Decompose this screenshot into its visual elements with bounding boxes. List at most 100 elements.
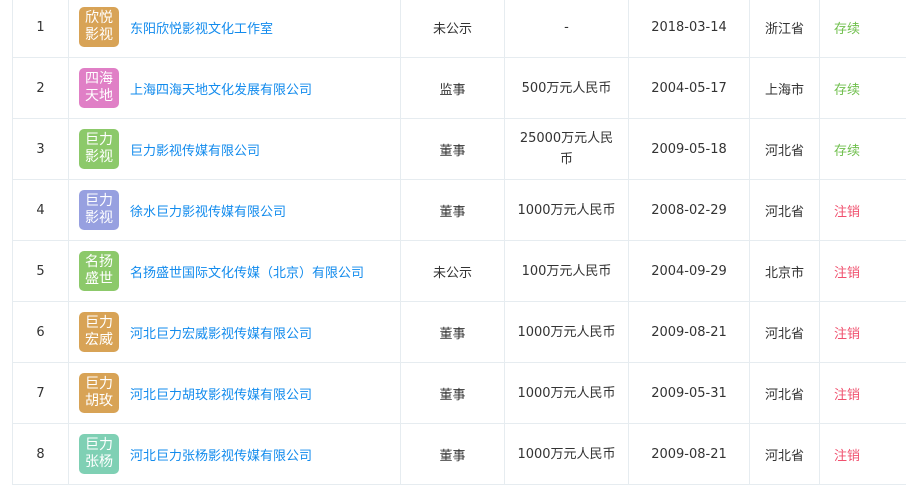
company-logo[interactable]: 巨力胡玫 [79, 373, 119, 413]
date-cell: 2004-05-17 [628, 57, 750, 119]
province-cell: 河北省 [749, 423, 820, 485]
status-text: 存续 [834, 82, 861, 98]
date-cell: 2009-05-18 [628, 118, 750, 180]
company-logo-text: 巨力宏威 [85, 315, 113, 348]
company-name-link[interactable]: 徐水巨力影视传媒有限公司 [130, 201, 286, 220]
company-cell: 巨力影视 徐水巨力影视传媒有限公司 [68, 179, 401, 241]
date-cell: 2008-02-29 [628, 179, 750, 241]
company-logo[interactable]: 巨力宏威 [79, 312, 119, 352]
company-name-link[interactable]: 河北巨力胡玫影视传媒有限公司 [130, 384, 312, 403]
capital-cell: 500万元人民币 [504, 57, 629, 119]
company-logo-text: 巨力影视 [85, 193, 113, 226]
company-logo[interactable]: 四海天地 [79, 68, 119, 108]
date-cell: 2004-09-29 [628, 240, 750, 302]
company-cell: 巨力影视 巨力影视传媒有限公司 [68, 118, 401, 180]
role-cell: 未公示 [400, 240, 505, 302]
company-logo-text: 巨力胡玫 [85, 376, 113, 409]
row-index: 7 [12, 362, 69, 424]
role-cell: 董事 [400, 118, 505, 180]
table-body: 1 欣悦影视 东阳欣悦影视文化工作室 未公示 - 2018-03-14 浙江省 … [12, 0, 906, 485]
province-cell: 河北省 [749, 118, 820, 180]
status-text: 注销 [834, 265, 861, 281]
role-cell: 董事 [400, 301, 505, 363]
row-index: 3 [12, 118, 69, 180]
table-row: 7 巨力胡玫 河北巨力胡玫影视传媒有限公司 董事 1000万元人民币 2009-… [12, 362, 906, 424]
company-logo[interactable]: 名扬盛世 [79, 251, 119, 291]
company-cell: 巨力胡玫 河北巨力胡玫影视传媒有限公司 [68, 362, 401, 424]
date-cell: 2009-05-31 [628, 362, 750, 424]
date-cell: 2018-03-14 [628, 0, 750, 58]
company-cell: 巨力张杨 河北巨力张杨影视传媒有限公司 [68, 423, 401, 485]
province-cell: 浙江省 [749, 0, 820, 58]
capital-cell: 25000万元人民币 [504, 118, 629, 180]
investment-table: 1 欣悦影视 东阳欣悦影视文化工作室 未公示 - 2018-03-14 浙江省 … [12, 0, 906, 485]
capital-text: 1000万元人民币 [517, 202, 616, 218]
company-cell: 名扬盛世 名扬盛世国际文化传媒（北京）有限公司 [68, 240, 401, 302]
company-name-link[interactable]: 东阳欣悦影视文化工作室 [130, 18, 273, 37]
capital-text: 1000万元人民币 [517, 446, 616, 462]
company-cell: 巨力宏威 河北巨力宏威影视传媒有限公司 [68, 301, 401, 363]
capital-text: 25000万元人民币 [519, 131, 614, 167]
status-cell: 注销 [819, 362, 906, 424]
capital-cell: 1000万元人民币 [504, 362, 629, 424]
role-cell: 董事 [400, 423, 505, 485]
company-cell: 四海天地 上海四海天地文化发展有限公司 [68, 57, 401, 119]
status-text: 注销 [834, 387, 861, 403]
company-name-link[interactable]: 河北巨力张杨影视传媒有限公司 [130, 445, 312, 464]
company-logo[interactable]: 欣悦影视 [79, 7, 119, 47]
status-cell: 注销 [819, 240, 906, 302]
role-cell: 监事 [400, 57, 505, 119]
status-cell: 注销 [819, 301, 906, 363]
table-row: 2 四海天地 上海四海天地文化发展有限公司 监事 500万元人民币 2004-0… [12, 57, 906, 119]
role-cell: 董事 [400, 362, 505, 424]
company-logo[interactable]: 巨力张杨 [79, 434, 119, 474]
status-cell: 存续 [819, 0, 906, 58]
table-row: 1 欣悦影视 东阳欣悦影视文化工作室 未公示 - 2018-03-14 浙江省 … [12, 0, 906, 58]
province-cell: 河北省 [749, 301, 820, 363]
capital-text: 100万元人民币 [521, 263, 612, 279]
company-logo[interactable]: 巨力影视 [79, 129, 119, 169]
status-text: 注销 [834, 326, 861, 342]
row-index: 6 [12, 301, 69, 363]
province-cell: 河北省 [749, 362, 820, 424]
capital-text: - [564, 19, 569, 35]
status-text: 存续 [834, 143, 861, 159]
company-name-link[interactable]: 名扬盛世国际文化传媒（北京）有限公司 [130, 262, 364, 281]
capital-cell: 1000万元人民币 [504, 179, 629, 241]
company-cell: 欣悦影视 东阳欣悦影视文化工作室 [68, 0, 401, 58]
table-row: 6 巨力宏威 河北巨力宏威影视传媒有限公司 董事 1000万元人民币 2009-… [12, 301, 906, 363]
capital-text: 500万元人民币 [521, 80, 612, 96]
table-row: 4 巨力影视 徐水巨力影视传媒有限公司 董事 1000万元人民币 2008-02… [12, 179, 906, 241]
row-index: 2 [12, 57, 69, 119]
province-cell: 上海市 [749, 57, 820, 119]
table-row: 5 名扬盛世 名扬盛世国际文化传媒（北京）有限公司 未公示 100万元人民币 2… [12, 240, 906, 302]
status-cell: 注销 [819, 423, 906, 485]
role-cell: 董事 [400, 179, 505, 241]
company-name-link[interactable]: 巨力影视传媒有限公司 [130, 140, 260, 159]
capital-text: 1000万元人民币 [517, 385, 616, 401]
company-logo-text: 欣悦影视 [85, 10, 113, 43]
row-index: 1 [12, 0, 69, 58]
company-logo[interactable]: 巨力影视 [79, 190, 119, 230]
province-cell: 河北省 [749, 179, 820, 241]
status-cell: 存续 [819, 118, 906, 180]
row-index: 5 [12, 240, 69, 302]
status-cell: 存续 [819, 57, 906, 119]
company-name-link[interactable]: 河北巨力宏威影视传媒有限公司 [130, 323, 312, 342]
capital-cell: - [504, 0, 629, 58]
role-cell: 未公示 [400, 0, 505, 58]
capital-cell: 1000万元人民币 [504, 301, 629, 363]
table-row: 3 巨力影视 巨力影视传媒有限公司 董事 25000万元人民币 2009-05-… [12, 118, 906, 180]
company-logo-text: 巨力张杨 [85, 437, 113, 470]
capital-cell: 1000万元人民币 [504, 423, 629, 485]
capital-cell: 100万元人民币 [504, 240, 629, 302]
company-logo-text: 名扬盛世 [85, 254, 113, 287]
table-row: 8 巨力张杨 河北巨力张杨影视传媒有限公司 董事 1000万元人民币 2009-… [12, 423, 906, 485]
company-name-link[interactable]: 上海四海天地文化发展有限公司 [130, 79, 312, 98]
company-logo-text: 四海天地 [85, 71, 113, 104]
row-index: 8 [12, 423, 69, 485]
date-cell: 2009-08-21 [628, 423, 750, 485]
status-text: 注销 [834, 448, 861, 464]
status-cell: 注销 [819, 179, 906, 241]
capital-text: 1000万元人民币 [517, 324, 616, 340]
